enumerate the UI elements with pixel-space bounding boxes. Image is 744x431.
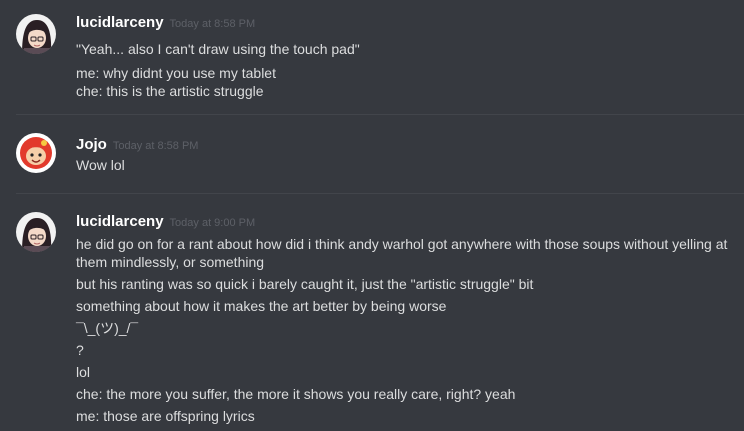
message-text: me: those are offspring lyrics	[76, 408, 255, 424]
timestamp: Today at 8:58 PM	[112, 140, 199, 152]
message-divider	[16, 193, 744, 194]
user-avatar[interactable]	[16, 212, 56, 252]
message-text: ¯\_(ツ)_/¯	[76, 320, 139, 336]
dark-haired-girl-avatar-icon	[16, 212, 56, 252]
message-text: "Yeah... also I can't draw using the tou…	[76, 41, 360, 57]
username[interactable]: lucidlarceny	[76, 213, 164, 230]
message-text: me: why didnt you use my tablet che: thi…	[76, 65, 276, 99]
user-avatar[interactable]	[16, 14, 56, 54]
message-text: something about how it makes the art bet…	[76, 298, 447, 314]
message-text: Wow lol	[76, 157, 125, 173]
message-header: lucidlarceny Today at 9:00 PM	[76, 213, 255, 231]
message-text: lol	[76, 364, 91, 380]
message-body: "Yeah... also I can't draw using the tou…	[76, 40, 740, 100]
user-avatar[interactable]	[16, 133, 56, 173]
username[interactable]: lucidlarceny	[76, 14, 164, 31]
message-text: che: the more you suffer, the more it sh…	[76, 386, 516, 402]
red-haired-avatar-icon	[16, 133, 56, 173]
message-text: ?	[76, 342, 84, 358]
message-text: but his ranting was so quick i barely ca…	[76, 276, 534, 292]
timestamp: Today at 9:00 PM	[169, 217, 256, 229]
dark-haired-girl-avatar-icon	[16, 14, 56, 54]
timestamp: Today at 8:58 PM	[169, 18, 256, 30]
message-header: Jojo Today at 8:58 PM	[76, 136, 198, 154]
message-header: lucidlarceny Today at 8:58 PM	[76, 14, 255, 32]
chat-messages: lucidlarceny Today at 8:58 PM "Yeah... al…	[0, 0, 744, 431]
message-divider	[16, 114, 744, 115]
message-body: he did go on for a rant about how did i …	[76, 235, 740, 425]
message-text: he did go on for a rant about how did i …	[76, 236, 732, 270]
message-body: Wow lol	[76, 156, 740, 174]
username[interactable]: Jojo	[76, 136, 107, 153]
